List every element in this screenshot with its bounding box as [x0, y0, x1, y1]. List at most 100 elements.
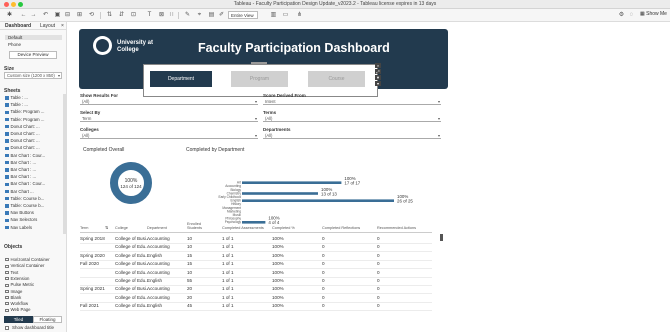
table-header[interactable]: Completed Reflections — [322, 226, 360, 230]
object-item[interactable]: Blank — [5, 295, 21, 300]
presentation-icon[interactable]: ▤ — [208, 12, 215, 19]
chart-icon[interactable]: ▥ — [270, 12, 277, 19]
more-options-icon[interactable]: ▾ — [375, 81, 381, 86]
table-cell: 0 — [322, 294, 325, 300]
swap-icon[interactable]: ⇅ — [106, 12, 113, 19]
size-select[interactable]: Custom size (1200 x 850) ▾ — [4, 72, 62, 79]
undo-icon[interactable]: ↶ — [42, 12, 49, 19]
table-scrollbar[interactable] — [440, 234, 443, 241]
sheet-item[interactable]: Donut Chart: ... — [5, 138, 40, 143]
object-item[interactable]: Text — [5, 270, 18, 275]
highlight-icon[interactable]: ✎ — [184, 12, 191, 19]
sheet-item[interactable]: Nav Labels — [5, 225, 32, 230]
tab-dashboard[interactable]: Dashboard — [5, 23, 31, 29]
sheet-item[interactable]: Nav Buttons — [5, 210, 34, 215]
device-icon[interactable]: ▭ — [282, 12, 289, 19]
floating-button[interactable]: Floating — [33, 316, 62, 323]
table-header[interactable]: Department — [147, 226, 167, 230]
sheet-item[interactable]: Table: Program ... — [5, 109, 44, 114]
tab-layout[interactable]: Layout — [40, 23, 55, 29]
remove-object-icon[interactable]: × — [375, 63, 381, 68]
tableau-logo-icon[interactable]: ✱ — [6, 12, 13, 19]
score-derived-from-select[interactable]: Intent ▾ — [263, 99, 441, 105]
data-source-icon[interactable]: ⊟ — [64, 12, 71, 19]
share-icon[interactable]: ⋔ — [296, 12, 303, 19]
view-select[interactable]: Entire View — [228, 11, 258, 19]
sheet-item[interactable]: Donut Chart: ... — [5, 124, 40, 129]
object-item[interactable]: Image — [5, 289, 22, 294]
table-header[interactable]: Term — [80, 226, 88, 230]
terms-select[interactable]: (All) ▾ — [263, 116, 441, 122]
close-pane-icon[interactable]: × — [61, 23, 64, 29]
tiled-button[interactable]: Tiled — [4, 316, 33, 323]
colleges-select[interactable]: (All) ▾ — [80, 133, 258, 139]
object-item[interactable]: Web Page — [5, 307, 31, 312]
sort-icon[interactable]: ⇵ — [118, 12, 125, 19]
tab-department[interactable]: Department — [150, 71, 212, 87]
sheet-item[interactable]: Donut Chart: ... — [5, 145, 40, 150]
fit-icon[interactable]: ⊠ — [158, 12, 165, 19]
settings-icon[interactable]: ⚙ — [618, 12, 625, 19]
select-by-select[interactable]: Term ▾ — [80, 116, 258, 122]
fix-axes-icon[interactable]: ∷ — [168, 12, 175, 19]
sheets-scrollbar[interactable] — [63, 94, 66, 234]
sheet-item[interactable]: Bar Chart : ... — [5, 160, 36, 165]
sheet-item[interactable]: Table: Program ... — [5, 117, 44, 122]
sheet-item[interactable]: Table : ... — [5, 102, 28, 107]
sheet-item[interactable]: Bar Chart : Cour... — [5, 181, 45, 186]
tab-course[interactable]: Course — [308, 71, 365, 87]
object-item[interactable]: Pulse Metric — [5, 282, 34, 287]
table-header[interactable]: Completed % — [272, 226, 295, 230]
sheet-item[interactable]: Table: Course b... — [5, 196, 44, 201]
bar[interactable] — [242, 221, 266, 224]
show-results-for-select[interactable]: (All) ▾ — [80, 99, 258, 105]
tab-program[interactable]: Program — [231, 71, 288, 87]
label-icon[interactable]: T — [146, 12, 153, 19]
bar[interactable] — [242, 199, 394, 202]
table-cell: 0 — [377, 261, 380, 267]
filter-object-icon[interactable]: ▼ — [375, 75, 381, 80]
object-item[interactable]: Workflow — [5, 301, 28, 306]
object-item[interactable]: Horizontal Container — [5, 257, 50, 262]
device-default[interactable]: Default — [5, 35, 62, 40]
table-header[interactable]: Recommended Actions — [377, 226, 416, 230]
back-icon[interactable]: ← — [20, 12, 27, 19]
bar[interactable] — [242, 192, 318, 195]
table-header[interactable]: Completed Assessments — [222, 226, 264, 230]
show-title-checkbox[interactable] — [5, 326, 9, 330]
object-item[interactable]: Extension — [5, 276, 29, 281]
table-cell: 0 — [377, 294, 380, 300]
sheet-item[interactable]: Bar Chart : ... — [5, 174, 36, 179]
bar[interactable] — [242, 181, 342, 184]
show-me-button[interactable]: ▦ Show Me — [640, 11, 667, 17]
drag-handle[interactable] — [251, 62, 267, 64]
sheet-item[interactable]: Bar Chart : ... — [5, 167, 36, 172]
sheet-item[interactable]: Table : ... — [5, 95, 28, 100]
forward-icon[interactable]: → — [30, 12, 37, 19]
completed-overall-donut[interactable]: 100% 124 of 124 — [106, 158, 156, 208]
sheet-item[interactable]: Donut Chart: ... — [5, 131, 40, 136]
sheet-item[interactable]: Table: Course b... — [5, 203, 44, 208]
table-header[interactable]: College — [115, 226, 128, 230]
device-phone[interactable]: Phone — [8, 42, 21, 47]
sheet-item[interactable]: Bar Chart : Cour... — [5, 153, 45, 158]
table-header[interactable]: Enrolled Students — [187, 222, 209, 230]
device-preview-button[interactable]: Device Preview — [9, 51, 57, 59]
sheet-item[interactable]: Nav Selectors — [5, 217, 37, 222]
duplicate-icon[interactable]: ⟲ — [88, 12, 95, 19]
sheet-item[interactable]: Bar Chart ... — [5, 189, 34, 194]
move-object-icon[interactable]: ⤢ — [375, 69, 381, 74]
tooltip-icon[interactable]: ✐ — [218, 12, 225, 19]
sort-icon[interactable]: ⇅ — [105, 225, 108, 230]
filter-value: (All) — [265, 116, 273, 121]
new-sheet-icon[interactable]: ⊞ — [76, 12, 83, 19]
group-icon[interactable]: ⊡ — [130, 12, 137, 19]
save-icon[interactable]: ▣ — [54, 12, 61, 19]
completed-by-department-chart[interactable]: ArtAccountingBiologyChemistryEarly Child… — [187, 153, 437, 233]
pin-icon[interactable]: ⌖ — [196, 12, 203, 19]
wifi-icon[interactable]: ◌ — [628, 12, 635, 19]
departments-select[interactable]: (All) ▾ — [263, 133, 441, 139]
table-cell: 15 — [187, 261, 193, 267]
object-item[interactable]: Vertical Container — [5, 263, 44, 268]
sheet-label: Bar Chart : Cour... — [10, 181, 46, 187]
